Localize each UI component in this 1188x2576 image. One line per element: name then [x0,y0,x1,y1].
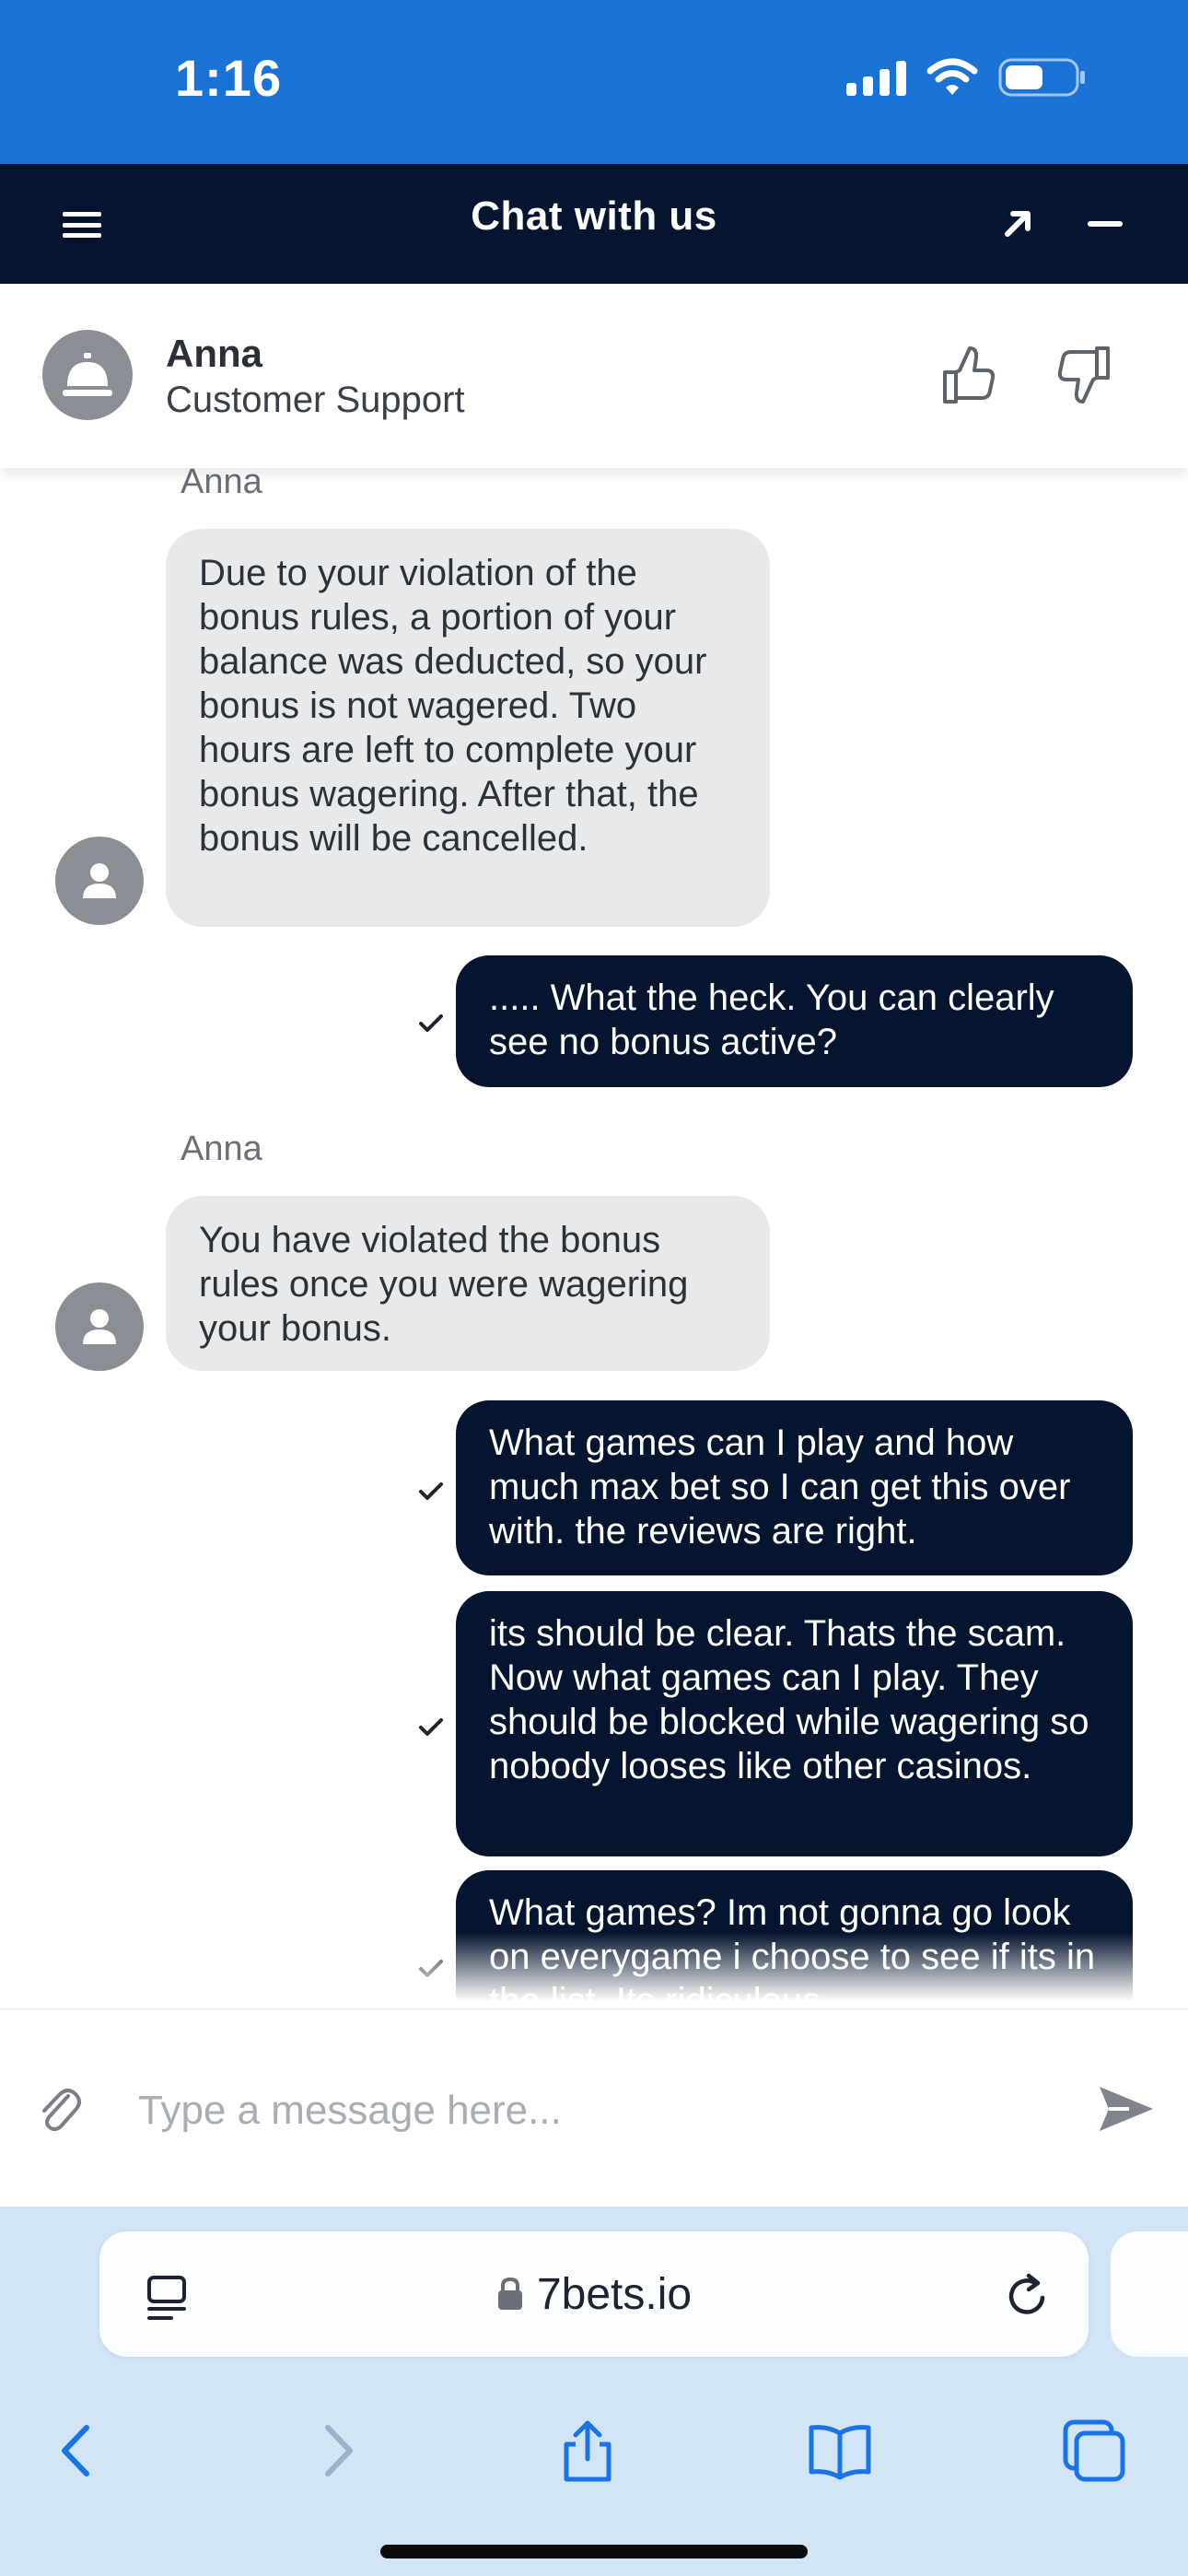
status-icons [846,57,1087,98]
outgoing-message-bubble: its should be clear. Thats the scam. Now… [456,1591,1133,1856]
cellular-signal-icon [846,59,906,96]
agent-avatar [42,330,133,420]
message-composer [0,2008,1188,2207]
wifi-icon [926,58,978,95]
thumbs-down-icon[interactable] [1054,343,1113,407]
forward-icon[interactable] [304,2418,368,2483]
tabs-icon[interactable] [1062,2418,1126,2483]
agent-avatar-small [55,1282,144,1371]
chat-header: Chat with us [0,164,1188,284]
reload-icon[interactable] [1002,2270,1054,2322]
agent-avatar-small [55,837,144,925]
incoming-message-bubble: Due to your violation of the bonus rules… [166,529,770,927]
status-time: 1:16 [175,49,283,107]
service-bell-icon [63,353,112,396]
outgoing-message-bubble: What games can I play and how much max b… [456,1400,1133,1575]
user-icon [83,1309,116,1344]
scroll-fade [0,1933,1188,2008]
message-sender-name: Anna [181,1130,262,1168]
sent-check-icon [419,1718,443,1736]
sent-check-icon [419,1482,443,1500]
url-text: 7bets.io [536,2269,693,2319]
message-input[interactable] [138,2074,1041,2148]
message-sender-name: Anna [181,468,262,501]
minimize-icon[interactable] [1082,201,1128,247]
message-list[interactable]: Anna Due to your violation of the bonus … [0,468,1188,2008]
paperclip-icon[interactable] [35,2081,81,2133]
status-bar: 1:16 [0,0,1188,164]
user-icon [83,863,116,898]
outgoing-message-bubble: ..... What the heck. You can clearly see… [456,955,1133,1087]
agent-header: Anna Customer Support [0,284,1188,468]
incoming-message-bubble: You have violated the bonus rules once y… [166,1196,770,1371]
address-bar[interactable]: 7bets.io [99,2231,1089,2357]
thumbs-up-icon[interactable] [939,343,998,407]
battery-icon [998,58,1085,97]
sent-check-icon [419,1014,443,1032]
bookmarks-icon[interactable] [808,2418,872,2483]
send-icon[interactable] [1096,2081,1157,2137]
back-icon[interactable] [46,2418,111,2483]
lock-icon [497,2277,522,2310]
agent-role: Customer Support [166,380,465,420]
browser-bottom-bar: 7bets.io [0,2207,1188,2576]
next-tab-preview[interactable] [1111,2231,1188,2357]
popout-arrow-icon[interactable] [995,201,1041,247]
browser-toolbar [0,2391,1188,2501]
url-display[interactable]: 7bets.io [99,2231,1089,2357]
agent-name: Anna [166,332,262,375]
share-icon[interactable] [555,2418,620,2483]
home-indicator [380,2545,808,2558]
